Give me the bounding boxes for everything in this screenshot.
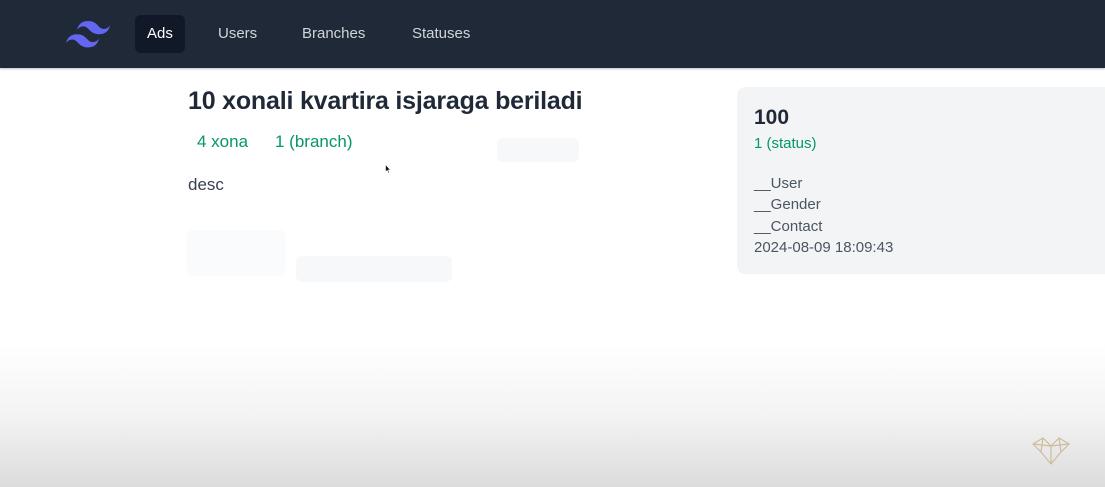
ad-price: 100 xyxy=(754,106,790,129)
ad-created-at: 2024-08-09 18:09:43 xyxy=(754,239,894,256)
top-navbar: Ads Users Branches Statuses xyxy=(0,0,1105,68)
ad-status-link[interactable]: 1 (status) xyxy=(754,135,817,152)
ad-rooms: 4 xona xyxy=(197,132,249,151)
ad-title: 10 xonali kvartira isjaraga beriladi xyxy=(188,87,583,115)
mouse-cursor-icon xyxy=(385,164,391,174)
ad-user: __User xyxy=(754,175,803,192)
nav-link-users[interactable]: Users xyxy=(206,15,269,53)
tailwind-logo-icon[interactable] xyxy=(66,21,110,48)
ad-description: desc xyxy=(188,175,224,194)
nav-link-statuses[interactable]: Statuses xyxy=(400,15,482,53)
ghost-shape xyxy=(497,138,579,162)
ad-branch-link[interactable]: 1 (branch) xyxy=(275,132,352,152)
nav-link-ads[interactable]: Ads xyxy=(135,15,185,53)
ghost-shape xyxy=(296,256,452,282)
ghost-shape xyxy=(186,230,286,276)
ad-info-card: 100 1 (status) __User __Gender __Contact… xyxy=(737,87,1105,274)
ad-contact: __Contact xyxy=(754,218,823,235)
watermark-logo-icon xyxy=(1032,437,1070,465)
bottom-fade-overlay xyxy=(0,345,1105,487)
ad-gender: __Gender xyxy=(754,196,821,213)
nav-link-branches[interactable]: Branches xyxy=(290,15,377,53)
